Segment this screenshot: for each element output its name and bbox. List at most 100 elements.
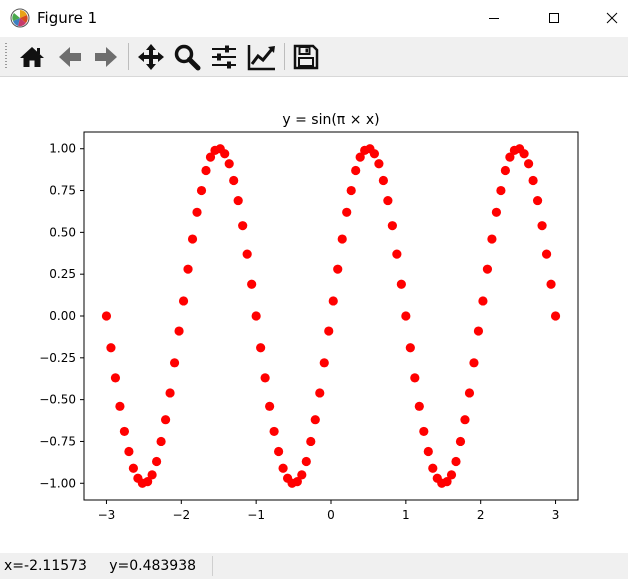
- data-point: [119, 426, 130, 437]
- data-point: [410, 373, 420, 383]
- data-point: [455, 436, 466, 447]
- y-tick-label: 0.00: [49, 309, 76, 323]
- data-point: [192, 207, 202, 217]
- data-point: [301, 456, 311, 467]
- data-point: [342, 207, 352, 217]
- data-point: [233, 195, 243, 206]
- data-point: [546, 279, 556, 289]
- toolbar-grip[interactable]: [5, 43, 7, 70]
- x-tick-label: −3: [98, 508, 116, 522]
- data-point: [201, 165, 211, 176]
- x-tick-label: −1: [247, 508, 265, 522]
- data-point: [106, 343, 116, 353]
- data-point: [414, 401, 424, 411]
- chart-title: y = sin(π × x): [282, 112, 379, 128]
- data-point: [537, 221, 547, 231]
- data-point: [396, 279, 406, 289]
- toolbar-separator: [284, 43, 285, 70]
- data-point: [491, 207, 502, 217]
- close-button[interactable]: [589, 0, 628, 36]
- y-tick-label: −0.50: [39, 393, 76, 407]
- data-point: [297, 470, 307, 480]
- data-point: [337, 234, 347, 244]
- arrow-right-icon: [95, 47, 117, 67]
- data-point: [324, 326, 334, 336]
- sliders-icon: [212, 45, 236, 69]
- data-point: [101, 311, 112, 321]
- data-point: [251, 311, 261, 321]
- x-tick-label: 0: [327, 508, 335, 522]
- data-point: [496, 185, 506, 196]
- data-point: [265, 401, 275, 411]
- data-point: [446, 470, 457, 480]
- data-point: [487, 234, 497, 244]
- window-titlebar: Figure 1: [0, 0, 628, 36]
- edit-axes-button[interactable]: [246, 41, 278, 73]
- navigation-toolbar: [0, 37, 628, 77]
- data-point: [532, 195, 543, 206]
- forward-button[interactable]: [90, 41, 122, 73]
- pan-button[interactable]: [135, 41, 167, 73]
- zoom-button[interactable]: [171, 41, 203, 73]
- y-tick-label: 0.25: [49, 267, 76, 281]
- data-point: [147, 470, 157, 480]
- status-bar: x=-2.11573 y=0.483938: [0, 553, 628, 579]
- save-button[interactable]: [290, 41, 322, 73]
- cursor-coordinates: x=-2.11573 y=0.483938: [4, 558, 197, 574]
- data-point: [346, 185, 356, 196]
- data-point: [124, 446, 134, 457]
- x-tick-label: 2: [477, 508, 485, 522]
- data-point: [333, 264, 343, 274]
- data-point: [524, 159, 534, 169]
- data-point: [242, 249, 252, 259]
- figure-canvas[interactable]: −3 −2 −1 0 1 2 3 −1.00 −0.75 −0.50 −0.25 0.00 0.25 0.…: [0, 77, 628, 552]
- magnifier-icon: [174, 44, 201, 71]
- data-point: [247, 279, 257, 289]
- data-point: [229, 175, 239, 186]
- data-point: [183, 264, 193, 274]
- data-point: [224, 159, 234, 169]
- data-point: [220, 149, 230, 159]
- maximize-button[interactable]: [531, 0, 577, 36]
- configure-subplots-button[interactable]: [208, 41, 240, 73]
- data-point: [278, 463, 288, 473]
- back-button[interactable]: [54, 41, 86, 73]
- data-point: [187, 234, 198, 244]
- home-icon: [20, 47, 44, 67]
- status-divider: [212, 556, 213, 576]
- close-icon: [606, 12, 618, 24]
- data-point: [152, 456, 162, 467]
- data-point: [473, 326, 484, 336]
- data-point: [419, 426, 429, 437]
- data-point: [160, 415, 171, 425]
- y-tick-label: −0.25: [39, 351, 76, 365]
- y-tick-label: 0.50: [49, 225, 76, 239]
- data-point: [451, 456, 461, 467]
- data-point: [351, 165, 361, 176]
- data-point: [460, 415, 470, 425]
- data-point: [319, 358, 329, 368]
- plot-svg[interactable]: −3 −2 −1 0 1 2 3 −1.00 −0.75 −0.50 −0.25 0.00 0.25 0.…: [0, 77, 628, 552]
- toolbar-separator: [128, 43, 129, 70]
- data-point: [178, 296, 189, 306]
- data-point: [156, 436, 166, 447]
- data-point: [423, 446, 433, 457]
- data-point: [269, 426, 279, 437]
- data-point: [256, 343, 266, 353]
- data-point: [378, 175, 388, 186]
- minimize-button[interactable]: [471, 0, 517, 36]
- data-point: [464, 388, 475, 398]
- data-point: [165, 388, 175, 398]
- data-point: [550, 311, 561, 321]
- data-point: [369, 149, 380, 159]
- data-point: [315, 388, 325, 398]
- data-point: [328, 296, 338, 306]
- data-point: [392, 249, 402, 259]
- data-point: [196, 185, 207, 196]
- x-tick-label: −2: [172, 508, 190, 522]
- data-point: [274, 446, 284, 457]
- y-tick-label: 0.75: [49, 184, 76, 198]
- window-title: Figure 1: [37, 9, 98, 27]
- y-tick-label: 1.00: [49, 142, 76, 156]
- home-button[interactable]: [16, 41, 48, 73]
